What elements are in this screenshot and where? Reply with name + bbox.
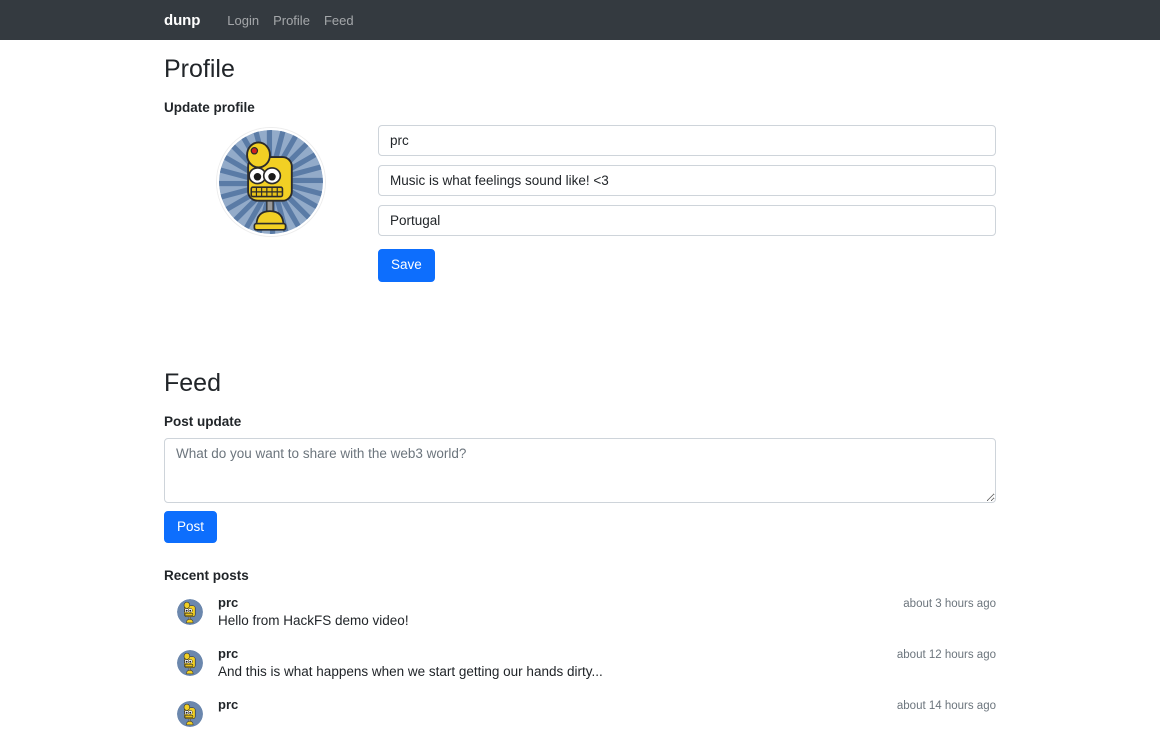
nav-link-login[interactable]: Login — [220, 14, 266, 27]
page-title: Profile — [164, 55, 235, 83]
recent-posts-list: prc Hello from HackFS demo video! about … — [164, 595, 996, 748]
post-avatar-wrap — [164, 595, 218, 626]
post-avatar-wrap — [164, 646, 218, 677]
page-container: Profile Update profile prc Music is what… — [0, 54, 1160, 748]
nav-links: Login Profile Feed — [220, 14, 360, 27]
list-item[interactable]: prc Hello from HackFS demo video! about … — [164, 595, 996, 646]
top-navbar: dunp Login Profile Feed — [0, 0, 1160, 40]
recent-posts-label: Recent posts — [164, 568, 249, 583]
post-author: prc — [218, 595, 239, 610]
post-timestamp: about 14 hours ago — [896, 700, 996, 712]
post-body: prc Hello from HackFS demo video! — [218, 595, 996, 631]
post-timestamp: about 3 hours ago — [903, 598, 996, 610]
avatar-column — [164, 125, 378, 236]
post-timestamp: about 12 hours ago — [896, 649, 996, 661]
nav-link-profile[interactable]: Profile — [266, 14, 317, 27]
post-text: Hello from HackFS demo video! — [218, 613, 409, 629]
robot-avatar-icon — [176, 649, 204, 677]
bio-field[interactable] — [378, 165, 996, 196]
post-text: And this is what happens when we start g… — [218, 664, 603, 680]
nav-link-feed[interactable]: Feed — [317, 14, 361, 27]
post-author: prc — [218, 646, 239, 661]
post-body: prc And this is what happens when we sta… — [218, 646, 996, 682]
brand-logo[interactable]: dunp — [164, 13, 200, 28]
robot-avatar-icon — [176, 700, 204, 728]
robot-avatar-icon — [176, 598, 204, 626]
post-author: prc — [218, 697, 239, 712]
robot-avatar-image — [217, 128, 325, 236]
save-button[interactable]: Save — [378, 249, 435, 282]
profile-form-row: Save — [164, 125, 996, 282]
post-composer-textarea[interactable] — [164, 437, 996, 503]
feed-title: Feed — [164, 368, 221, 397]
list-item[interactable]: prc about 14 hours ago — [164, 697, 996, 748]
post-avatar-wrap — [164, 697, 218, 728]
location-field[interactable] — [378, 205, 996, 236]
list-item[interactable]: prc And this is what happens when we sta… — [164, 646, 996, 697]
post-body: prc — [218, 697, 996, 714]
post-button[interactable]: Post — [164, 510, 218, 543]
username-field[interactable] — [378, 125, 996, 156]
post-update-label: Post update — [164, 413, 242, 429]
update-profile-label: Update profile — [164, 100, 255, 115]
profile-fields-column: Save — [378, 125, 996, 282]
